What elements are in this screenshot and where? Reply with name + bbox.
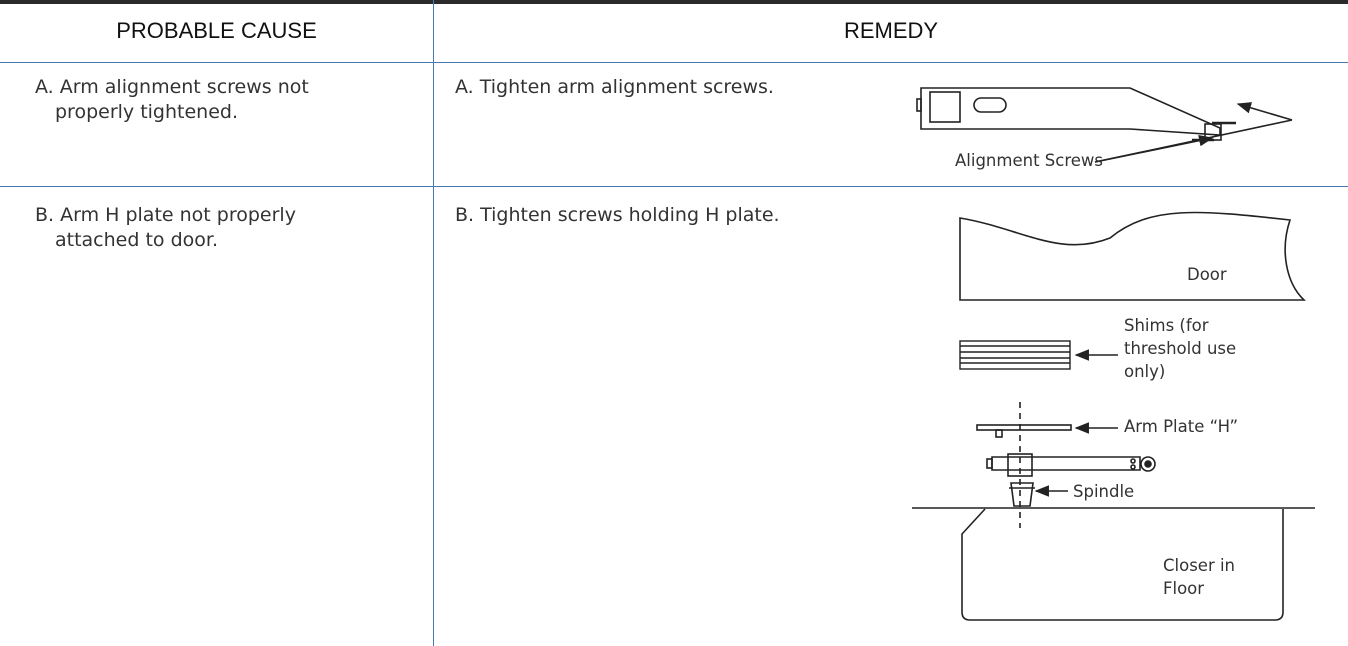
spindle-label: Spindle — [1073, 482, 1134, 501]
arm-slot — [973, 97, 1007, 113]
door-label: Door — [1187, 265, 1227, 284]
door-outline — [959, 211, 1307, 301]
shims-label-line3: only) — [1124, 362, 1165, 381]
spindle-icon — [1010, 482, 1034, 507]
arm-bar — [991, 456, 1141, 471]
arm-bar-hole-2 — [1130, 464, 1136, 470]
alignment-screws-label: Alignment Screws — [955, 151, 1103, 170]
arm-plate-tab — [995, 429, 1003, 438]
arm-bar-hole-1 — [1130, 458, 1136, 464]
arm-window — [929, 91, 961, 123]
arm-plate-label: Arm Plate “H” — [1124, 417, 1238, 436]
alignment-arrow-2-head — [1236, 102, 1293, 121]
arm-bar-cap — [986, 458, 993, 469]
shims-label-line2: threshold use — [1124, 339, 1236, 358]
arm-bar-pivot-dot — [1144, 460, 1152, 468]
shims-icon — [959, 340, 1071, 370]
alignment-arrow-2-shaft — [1094, 119, 1293, 163]
closer-label-line1: Closer in — [1163, 556, 1235, 575]
shims-label-line1: Shims (for — [1124, 316, 1209, 335]
closer-assembly-diagram — [912, 211, 1315, 621]
arm-plate-h — [976, 424, 1072, 431]
closer-label-line2: Floor — [1163, 579, 1204, 598]
arm-body — [920, 87, 1221, 136]
diagrams: Alignment Screws Door Shims (for thresho… — [912, 87, 1315, 621]
